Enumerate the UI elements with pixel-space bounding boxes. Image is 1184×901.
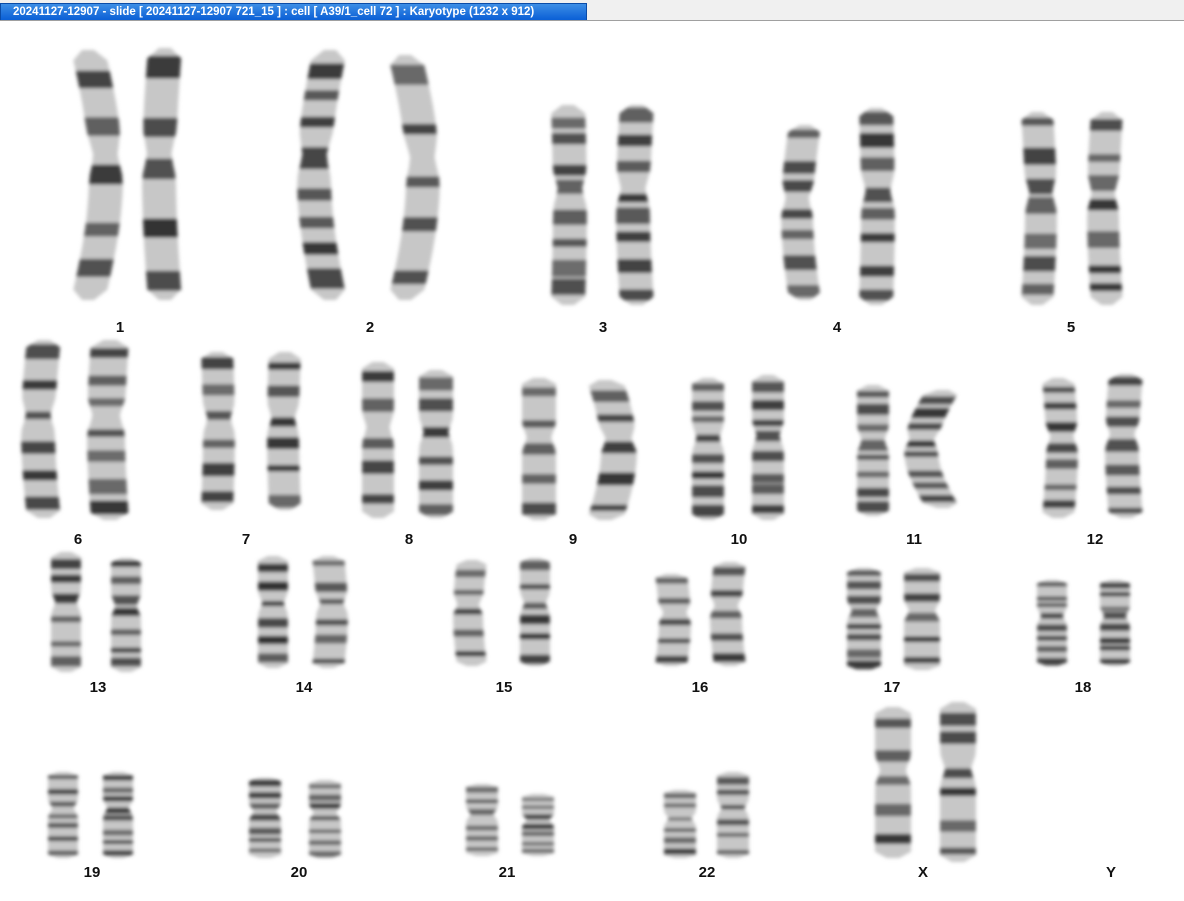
chromosome-X-right-icon[interactable] xyxy=(910,697,1006,867)
chromosome-label-9: 9 xyxy=(568,531,578,548)
chromosome-19-right-icon[interactable] xyxy=(73,767,163,863)
karyogram-canvas: 1 2 3 4 5 6 7 8 9 10 11 12 13 14 15 16 17 18 19 20 21 22 X Y xyxy=(0,21,1184,901)
chromosome-21-right-icon[interactable] xyxy=(492,789,584,861)
chromosome-18-right-icon[interactable] xyxy=(1070,575,1160,671)
chromosome-3-right-icon[interactable] xyxy=(590,100,684,310)
chromosome-12-right-icon[interactable] xyxy=(1079,369,1173,523)
chromosome-label-3: 3 xyxy=(598,319,608,336)
chromosome-label-1: 1 xyxy=(115,319,125,336)
chromosome-5-right-icon[interactable] xyxy=(1061,107,1153,310)
chromosome-label-4: 4 xyxy=(832,319,842,336)
chromosome-label-11: 11 xyxy=(906,531,922,548)
window-title[interactable]: 20241127-12907 - slide [ 20241127-12907 … xyxy=(0,3,587,20)
chromosome-8-right-icon[interactable] xyxy=(389,365,483,523)
chromosome-6-right-icon[interactable] xyxy=(61,335,159,525)
chromosome-label-21: 21 xyxy=(498,864,516,881)
chromosome-label-2: 2 xyxy=(365,319,375,336)
chromosome-label-6: 6 xyxy=(73,531,83,548)
chromosome-label-19: 19 xyxy=(83,864,101,881)
window-titlebar: 20241127-12907 - slide [ 20241127-12907 … xyxy=(0,0,1184,21)
chromosome-2-right-icon[interactable] xyxy=(358,50,452,305)
chromosome-label-17: 17 xyxy=(883,679,901,696)
chromosome-label-8: 8 xyxy=(404,531,414,548)
chromosome-11-right-icon[interactable] xyxy=(896,385,990,513)
chromosome-label-18: 18 xyxy=(1074,679,1092,696)
chromosome-13-right-icon[interactable] xyxy=(81,553,171,677)
chromosome-label-16: 16 xyxy=(691,679,709,696)
chromosome-4-right-icon[interactable] xyxy=(829,103,923,310)
chromosome-label-10: 10 xyxy=(730,531,748,548)
chromosome-17-right-icon[interactable] xyxy=(874,563,970,675)
chromosome-10-right-icon[interactable] xyxy=(722,370,814,525)
chromosome-label-14: 14 xyxy=(295,679,313,696)
chromosome-9-right-icon[interactable] xyxy=(557,375,653,525)
chromosome-15-right-icon[interactable] xyxy=(490,553,580,671)
chromosome-label-13: 13 xyxy=(89,679,107,696)
chromosome-label-12: 12 xyxy=(1086,531,1104,548)
chromosome-label-22: 22 xyxy=(698,864,716,881)
chromosome-label-Y: Y xyxy=(1105,864,1117,881)
chromosome-label-15: 15 xyxy=(495,679,513,696)
chromosome-14-right-icon[interactable] xyxy=(282,551,374,673)
chromosome-label-20: 20 xyxy=(290,864,308,881)
chromosome-22-right-icon[interactable] xyxy=(687,767,779,863)
chromosome-1-right-icon[interactable] xyxy=(118,43,212,305)
chromosome-label-7: 7 xyxy=(241,531,251,548)
chromosome-label-5: 5 xyxy=(1066,319,1076,336)
chromosome-16-right-icon[interactable] xyxy=(684,557,776,671)
chromosome-20-right-icon[interactable] xyxy=(279,775,371,863)
chromosome-7-right-icon[interactable] xyxy=(239,347,331,515)
